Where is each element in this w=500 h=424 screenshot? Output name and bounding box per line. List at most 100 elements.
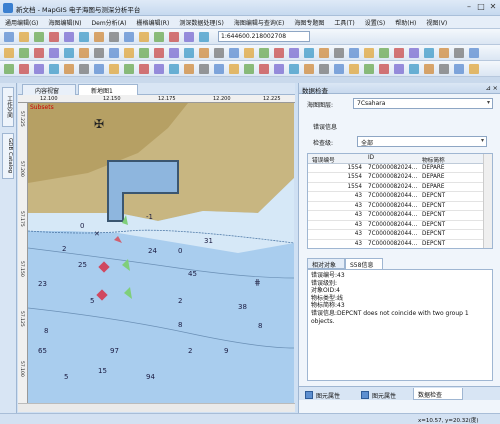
tool-button-icon[interactable] (124, 48, 134, 58)
tool-button-icon[interactable] (289, 48, 299, 58)
tool-button-icon[interactable] (409, 64, 419, 74)
tab-s58-info[interactable]: S58信息 (345, 258, 383, 269)
tool-button-icon[interactable] (334, 64, 344, 74)
tool-button-icon[interactable] (34, 48, 44, 58)
table-row[interactable]: 43 7C0000082044... DEPCNT (308, 192, 484, 202)
menu-settings[interactable]: 设置(S) (360, 16, 391, 28)
tool-button-icon[interactable] (169, 48, 179, 58)
tool-button-icon[interactable] (184, 64, 194, 74)
tool-button-icon[interactable] (184, 32, 194, 42)
tool-button-icon[interactable] (64, 48, 74, 58)
tool-button-icon[interactable] (244, 48, 254, 58)
menu-thematic[interactable]: 海图专题图 (289, 16, 329, 28)
menu-chart-edit[interactable]: 海图编辑(N) (43, 16, 86, 28)
menu-tools[interactable]: 工具(T) (329, 16, 359, 28)
tool-button-icon[interactable] (394, 64, 404, 74)
table-row[interactable]: 1554 7C0000082024... DEPARE (308, 183, 484, 192)
tool-button-icon[interactable] (319, 48, 329, 58)
tool-button-icon[interactable] (169, 64, 179, 74)
menu-general-edit[interactable]: 通用编辑(G) (0, 16, 43, 28)
table-row[interactable]: 43 7C0000082044... DEPCNT (308, 211, 484, 221)
table-scrollbar[interactable] (483, 154, 492, 248)
tool-button-icon[interactable] (469, 64, 479, 74)
tool-button-icon[interactable] (139, 48, 149, 58)
tool-button-icon[interactable] (109, 64, 119, 74)
tool-button-icon[interactable] (229, 64, 239, 74)
tool-button-icon[interactable] (214, 48, 224, 58)
tool-button-icon[interactable] (364, 64, 374, 74)
tool-button-icon[interactable] (94, 32, 104, 42)
menu-sounding[interactable]: 测深数据处理(S) (174, 16, 229, 28)
tool-button-icon[interactable] (49, 32, 59, 42)
tool-button-icon[interactable] (109, 48, 119, 58)
table-row[interactable]: 43 7C0000082044... DEPCNT (308, 202, 484, 211)
chart-layer-select[interactable]: 7Csahara (353, 98, 493, 109)
tool-button-icon[interactable] (124, 64, 134, 74)
tool-button-icon[interactable] (139, 64, 149, 74)
menu-view[interactable]: 视图(V) (421, 16, 452, 28)
tool-button-icon[interactable] (49, 48, 59, 58)
tool-button-icon[interactable] (154, 64, 164, 74)
tool-button-icon[interactable] (94, 48, 104, 58)
tool-button-icon[interactable] (34, 32, 44, 42)
tab-map1[interactable]: 新地图1 (78, 84, 138, 95)
col-id[interactable]: ID (368, 155, 374, 161)
tool-button-icon[interactable] (109, 32, 119, 42)
table-row[interactable]: 43 7C0000082044... DEPCNT (308, 230, 484, 240)
tool-button-icon[interactable] (154, 32, 164, 42)
tool-button-icon[interactable] (79, 64, 89, 74)
tab-element-props-2[interactable]: 图元属性 (357, 388, 419, 400)
table-row[interactable]: 43 7C0000082044... DEPCNT (308, 240, 484, 249)
menu-raster-edit[interactable]: 栅格编辑(R) (131, 16, 174, 28)
tool-button-icon[interactable] (274, 48, 284, 58)
tool-button-icon[interactable] (469, 48, 479, 58)
tool-button-icon[interactable] (424, 48, 434, 58)
pin-icon[interactable]: ⊿ (486, 84, 491, 92)
tool-button-icon[interactable] (184, 48, 194, 58)
minimize-button[interactable]: – (464, 2, 474, 12)
table-row[interactable]: 43 7C0000082044... DEPCNT (308, 221, 484, 230)
scale-field[interactable]: 1:644600.218002708 (218, 31, 310, 42)
tool-button-icon[interactable] (439, 64, 449, 74)
tool-button-icon[interactable] (289, 64, 299, 74)
chart-map[interactable]: ✠ Subsets ✕ ⋕ 02-1031252423455 2388 899765… (28, 103, 294, 403)
tool-button-icon[interactable] (274, 64, 284, 74)
tool-button-icon[interactable] (124, 32, 134, 42)
table-row[interactable]: 1554 7C0000082024... DEPARE (308, 164, 484, 173)
tool-button-icon[interactable] (349, 64, 359, 74)
table-row[interactable]: 1554 7C0000082024... DEPARE (308, 173, 484, 183)
tool-button-icon[interactable] (454, 64, 464, 74)
tool-button-icon[interactable] (199, 64, 209, 74)
menu-chart-query[interactable]: 海图编辑与查询(E) (229, 16, 289, 28)
tool-button-icon[interactable] (49, 64, 59, 74)
tab-workspace[interactable]: 工作空间 (2, 87, 14, 127)
tool-button-icon[interactable] (439, 48, 449, 58)
tool-button-icon[interactable] (319, 64, 329, 74)
tool-button-icon[interactable] (79, 32, 89, 42)
tool-button-icon[interactable] (19, 48, 29, 58)
tool-button-icon[interactable] (79, 48, 89, 58)
tab-gdb-catalog[interactable]: GDB Catalog (2, 133, 14, 179)
tab-content-view[interactable]: 内容视窗 (22, 84, 76, 95)
tool-button-icon[interactable] (154, 48, 164, 58)
tool-button-icon[interactable] (349, 48, 359, 58)
tool-button-icon[interactable] (379, 64, 389, 74)
tool-button-icon[interactable] (19, 32, 29, 42)
check-level-select[interactable]: 全部 (357, 136, 487, 147)
tool-button-icon[interactable] (64, 64, 74, 74)
close-button[interactable]: ✕ (488, 2, 498, 12)
tool-button-icon[interactable] (259, 64, 269, 74)
tool-button-icon[interactable] (259, 48, 269, 58)
tool-button-icon[interactable] (4, 32, 14, 42)
tool-button-icon[interactable] (94, 64, 104, 74)
tool-button-icon[interactable] (364, 48, 374, 58)
tool-button-icon[interactable] (199, 32, 209, 42)
tool-button-icon[interactable] (409, 48, 419, 58)
menu-help[interactable]: 帮助(H) (390, 16, 421, 28)
tool-button-icon[interactable] (64, 32, 74, 42)
tool-button-icon[interactable] (304, 64, 314, 74)
tab-data-check[interactable]: 数据检查 (413, 388, 463, 400)
tool-button-icon[interactable] (244, 64, 254, 74)
tool-button-icon[interactable] (334, 48, 344, 58)
tool-button-icon[interactable] (4, 64, 14, 74)
